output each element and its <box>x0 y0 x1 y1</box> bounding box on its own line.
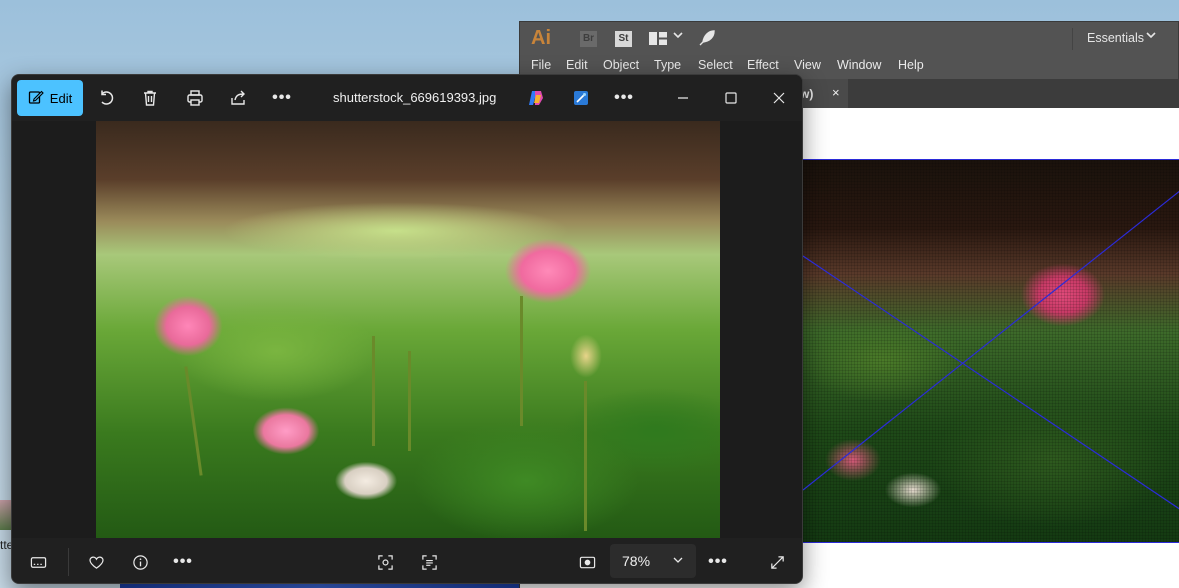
menu-select[interactable]: Select <box>698 58 733 72</box>
lotus-stem <box>372 336 375 446</box>
lotus-stem <box>584 381 587 531</box>
chevron-down-icon[interactable] <box>673 30 683 43</box>
edit-button-label: Edit <box>49 90 73 106</box>
gpu-performance-icon[interactable] <box>698 29 716 47</box>
filmstrip-icon[interactable] <box>28 552 48 572</box>
more-icon[interactable]: ••• <box>173 552 193 572</box>
photos-title-bar: Edit ••• shutterstock_669619393.jpg ••• <box>12 75 802 121</box>
ai-logo: Ai <box>531 27 551 49</box>
ai-app-bar: Ai Br St Essentials <box>520 22 1178 55</box>
menu-type[interactable]: Type <box>654 58 681 72</box>
aspect-icon[interactable] <box>577 552 597 572</box>
share-icon[interactable] <box>227 87 249 109</box>
menu-window[interactable]: Window <box>837 58 881 72</box>
more-icon[interactable]: ••• <box>271 87 293 109</box>
lotus-photo[interactable] <box>96 121 720 538</box>
focus-icon[interactable] <box>375 552 395 572</box>
bottom-bar-divider <box>68 548 69 576</box>
print-icon[interactable] <box>184 87 206 109</box>
menu-help[interactable]: Help <box>898 58 924 72</box>
zoom-dropdown[interactable]: 78% <box>610 544 696 578</box>
more-icon[interactable]: ••• <box>613 87 635 109</box>
file-name-title: shutterstock_669619393.jpg <box>333 90 497 105</box>
placed-image[interactable] <box>802 159 1179 543</box>
zoom-value: 78% <box>622 553 651 569</box>
chevron-down-icon[interactable] <box>1146 30 1156 43</box>
edit-button[interactable]: Edit <box>17 80 83 116</box>
menu-file[interactable]: File <box>531 58 551 72</box>
edit-icon <box>28 89 44 108</box>
stock-button[interactable]: St <box>615 31 632 47</box>
more-icon[interactable]: ••• <box>708 552 728 572</box>
bridge-button[interactable]: Br <box>580 31 597 47</box>
photos-bottom-bar: ••• 78% ••• <box>12 538 802 583</box>
menu-effect[interactable]: Effect <box>747 58 779 72</box>
menu-object[interactable]: Object <box>603 58 639 72</box>
info-icon[interactable] <box>130 552 150 572</box>
heart-icon[interactable] <box>86 552 106 572</box>
close-icon[interactable]: × <box>832 85 840 100</box>
selection-bounding-lines <box>803 190 1179 510</box>
rotate-icon[interactable] <box>96 87 118 109</box>
lotus-stem <box>520 296 523 426</box>
photos-app-window: Edit ••• shutterstock_669619393.jpg ••• <box>11 74 803 584</box>
copilot-icon[interactable] <box>525 87 547 109</box>
scan-icon[interactable] <box>419 552 439 572</box>
trash-icon[interactable] <box>139 87 161 109</box>
lotus-stem <box>408 351 411 451</box>
minimize-icon[interactable] <box>669 85 697 111</box>
app-bar-divider <box>1072 28 1073 50</box>
expand-icon[interactable] <box>767 552 787 572</box>
maximize-icon[interactable] <box>717 85 745 111</box>
arrange-documents-icon[interactable] <box>649 32 667 45</box>
designer-icon[interactable] <box>570 87 592 109</box>
menu-edit[interactable]: Edit <box>566 58 588 72</box>
close-icon[interactable] <box>765 85 793 111</box>
menu-view[interactable]: View <box>794 58 821 72</box>
lotus-stem <box>184 366 203 476</box>
workspace-switcher[interactable]: Essentials <box>1087 31 1144 45</box>
chevron-down-icon <box>672 553 684 565</box>
